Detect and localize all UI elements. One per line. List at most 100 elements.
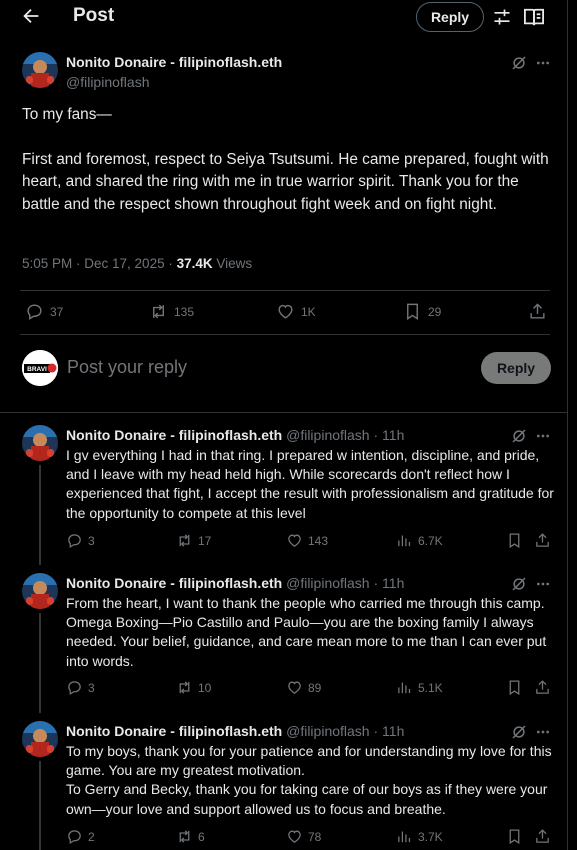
filter-icon[interactable] xyxy=(492,7,512,27)
reply-text: I gv everything I had in that ring. I pr… xyxy=(66,447,554,521)
reply-text: From the heart, I want to thank the peop… xyxy=(66,595,547,669)
divider xyxy=(20,334,550,335)
like-action[interactable]: 1K xyxy=(276,302,316,321)
more-icon[interactable] xyxy=(535,55,551,71)
share-action[interactable] xyxy=(534,532,551,549)
like-action[interactable]: 78 xyxy=(286,828,321,845)
bookmark-icon xyxy=(509,680,520,696)
views-icon xyxy=(398,831,411,843)
reply-icon xyxy=(68,830,81,845)
post-meta: 5:05 PM · Dec 17, 2025 · 37.4K Views xyxy=(22,256,252,271)
views-icon xyxy=(398,682,411,694)
views-action[interactable]: 5.1K xyxy=(396,679,443,696)
reply-handle[interactable]: @filipinoflash xyxy=(286,575,369,591)
grok-icon[interactable] xyxy=(510,427,528,445)
bookmark-action[interactable] xyxy=(506,679,523,696)
views-count: 3.7K xyxy=(418,829,443,844)
like-count: 143 xyxy=(308,533,329,548)
views-action[interactable]: 3.7K xyxy=(396,828,443,845)
bookmark-action[interactable] xyxy=(506,828,523,845)
reply-author-name[interactable]: Nonito Donaire - filipinoflash.eth xyxy=(66,427,282,443)
repost-action[interactable]: 6 xyxy=(176,828,205,845)
reply-author-name[interactable]: Nonito Donaire - filipinoflash.eth xyxy=(66,723,282,739)
reply-avatar[interactable] xyxy=(22,573,58,609)
reply-action[interactable]: 37 xyxy=(25,302,63,321)
author-handle[interactable]: @filipinoflash xyxy=(66,74,149,90)
grok-icon[interactable] xyxy=(510,575,528,593)
repost-icon xyxy=(179,534,190,547)
bookmark-action[interactable]: 29 xyxy=(403,302,441,321)
like-action[interactable]: 143 xyxy=(286,532,328,549)
reply-actions: 3 17 143 6.7K xyxy=(66,532,556,552)
share-icon xyxy=(530,303,545,319)
views-count: 5.1K xyxy=(418,680,443,695)
thread-reply[interactable]: Nonito Donaire - filipinoflash.eth @fili… xyxy=(0,425,567,565)
reply-submit-button[interactable]: Reply xyxy=(481,352,551,384)
reply-author-name[interactable]: Nonito Donaire - filipinoflash.eth xyxy=(66,575,282,591)
reader-icon[interactable] xyxy=(523,7,545,27)
reply-header: Nonito Donaire - filipinoflash.eth @fili… xyxy=(66,427,404,443)
more-icon[interactable] xyxy=(535,576,551,592)
repost-action[interactable]: 17 xyxy=(176,532,211,549)
share-action[interactable] xyxy=(534,679,551,696)
post-body: To my fans— First and foremost, respect … xyxy=(22,104,557,238)
header-reply-button[interactable]: Reply xyxy=(416,2,484,32)
heart-icon xyxy=(288,830,301,843)
reply-icon xyxy=(68,681,81,696)
more-icon[interactable] xyxy=(535,428,551,444)
like-count: 1K xyxy=(301,304,316,319)
repost-count: 10 xyxy=(198,680,212,695)
reply-avatar[interactable] xyxy=(22,425,58,461)
thread-line xyxy=(39,761,41,850)
share-action[interactable] xyxy=(528,302,547,321)
grok-icon[interactable] xyxy=(510,723,528,741)
divider xyxy=(0,412,567,413)
thread-reply[interactable]: Nonito Donaire - filipinoflash.eth @fili… xyxy=(0,721,567,850)
views-action[interactable]: 6.7K xyxy=(396,532,443,549)
share-action[interactable] xyxy=(534,828,551,845)
avatar-text: BRAVI xyxy=(27,366,47,373)
author-avatar[interactable] xyxy=(22,52,58,88)
user-avatar[interactable]: BRAVI xyxy=(22,350,58,386)
reply-count: 2 xyxy=(88,829,95,844)
reply-action[interactable]: 2 xyxy=(66,828,95,845)
heart-icon xyxy=(288,681,301,694)
bookmark-icon xyxy=(509,829,520,845)
share-icon xyxy=(536,680,549,694)
reply-avatar[interactable] xyxy=(22,721,58,757)
views-icon xyxy=(398,535,411,547)
reply-handle[interactable]: @filipinoflash xyxy=(286,723,369,739)
repost-icon xyxy=(153,304,164,319)
repost-icon xyxy=(179,830,190,843)
reply-actions: 3 10 89 5.1K xyxy=(66,679,556,699)
heart-icon xyxy=(288,534,301,547)
grok-icon[interactable] xyxy=(510,54,528,72)
reply-action[interactable]: 3 xyxy=(66,679,95,696)
arrow-left-icon[interactable] xyxy=(20,5,42,27)
bookmark-icon xyxy=(407,303,418,320)
share-icon xyxy=(536,533,549,547)
more-icon[interactable] xyxy=(535,724,551,740)
reply-time[interactable]: · 11h xyxy=(373,575,404,591)
top-bar: Post Reply xyxy=(0,0,567,34)
author-name[interactable]: Nonito Donaire - filipinoflash.eth xyxy=(66,54,282,70)
reply-handle[interactable]: @filipinoflash xyxy=(286,427,369,443)
post-timestamp[interactable]: 5:05 PM · Dec 17, 2025 · xyxy=(22,256,177,271)
thread-reply[interactable]: Nonito Donaire - filipinoflash.eth @fili… xyxy=(0,573,567,713)
repost-count: 17 xyxy=(198,533,212,548)
bookmark-count: 29 xyxy=(428,304,442,319)
reply-input[interactable]: Post your reply xyxy=(67,357,187,378)
reply-time[interactable]: · 11h xyxy=(373,427,404,443)
reply-action[interactable]: 3 xyxy=(66,532,95,549)
repost-action[interactable]: 10 xyxy=(176,679,211,696)
reply-time[interactable]: · 11h xyxy=(373,723,404,739)
repost-count: 135 xyxy=(174,304,195,319)
post-actions: 37 135 1K 29 xyxy=(22,300,552,324)
post-paragraph: To my fans— xyxy=(22,106,112,123)
like-count: 78 xyxy=(308,829,322,844)
reply-count: 3 xyxy=(88,680,95,695)
like-action[interactable]: 89 xyxy=(286,679,321,696)
repost-action[interactable]: 135 xyxy=(149,302,194,321)
page-title: Post xyxy=(73,5,115,26)
bookmark-action[interactable] xyxy=(506,532,523,549)
